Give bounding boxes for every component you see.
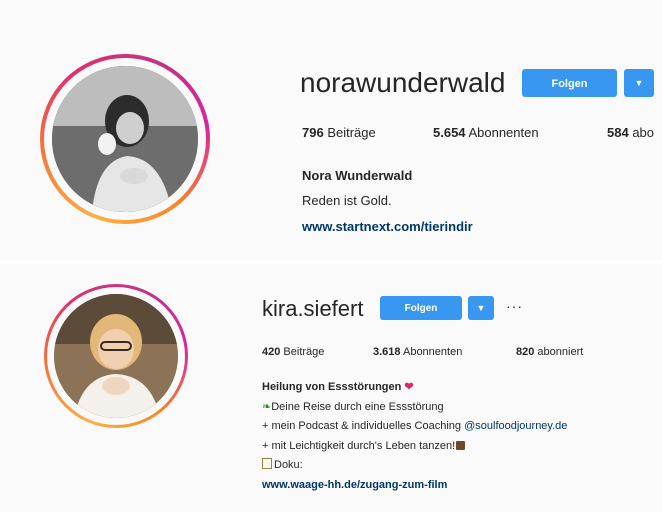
following-count[interactable]: 820 abonniert [516, 346, 583, 358]
avatar-photo [52, 66, 198, 212]
website-link[interactable]: www.waage-hh.de/zugang-zum-film [262, 476, 657, 496]
avatar[interactable] [52, 66, 198, 212]
follow-button[interactable]: Folgen [380, 296, 462, 320]
follow-button[interactable]: Folgen [522, 69, 617, 97]
document-icon [262, 458, 272, 469]
following-count[interactable]: 584 abo [607, 125, 654, 140]
mention-link[interactable]: @soulfoodjourney.de [464, 420, 567, 432]
bio: Heilung von Essstörungen ❤ ❧Deine Reise … [262, 378, 657, 495]
chocolate-icon [456, 440, 466, 450]
more-horizontal-icon: ··· [506, 298, 523, 314]
suggestions-dropdown-button[interactable]: ▼ [624, 69, 654, 97]
leaf-icon: ❧ [262, 400, 272, 413]
website-link[interactable]: www.startnext.com/tierindir [302, 219, 473, 234]
profile-picture-ring[interactable] [40, 54, 210, 224]
full-name: Nora Wunderwald [302, 168, 413, 183]
profile-picture-ring[interactable] [44, 284, 188, 428]
bio: Reden ist Gold. [302, 193, 392, 208]
followers-count[interactable]: 5.654 Abonnenten [433, 125, 539, 140]
posts-count: 420 Beiträge [262, 346, 325, 358]
chevron-down-icon: ▼ [476, 303, 486, 313]
bio-headline: Heilung von Essstörungen ❤ [262, 381, 414, 393]
heart-icon: ❤ [404, 381, 414, 393]
suggestions-dropdown-button[interactable]: ▼ [468, 296, 494, 320]
bio-line: + mein Podcast & individuelles Coaching … [262, 420, 568, 432]
chevron-down-icon: ▼ [634, 78, 644, 88]
username: norawunderwald [300, 67, 506, 98]
posts-count: 796 Beiträge [302, 125, 376, 140]
followers-count[interactable]: 3.618 Abonnenten [373, 346, 462, 358]
bio-line: + mit Leichtigkeit durch's Leben tanzen! [262, 437, 657, 457]
avatar[interactable] [54, 294, 178, 418]
avatar-photo [54, 294, 178, 418]
bio-line: Doku: [262, 456, 657, 476]
bio-line: ❧Deine Reise durch eine Essstörung [262, 400, 444, 413]
profile-header-norawunderwald: norawunderwald Folgen ▼ 796 Beiträge 5.6… [0, 0, 662, 260]
more-options-button[interactable]: ··· [506, 296, 523, 316]
username: kira.siefert [262, 296, 364, 321]
